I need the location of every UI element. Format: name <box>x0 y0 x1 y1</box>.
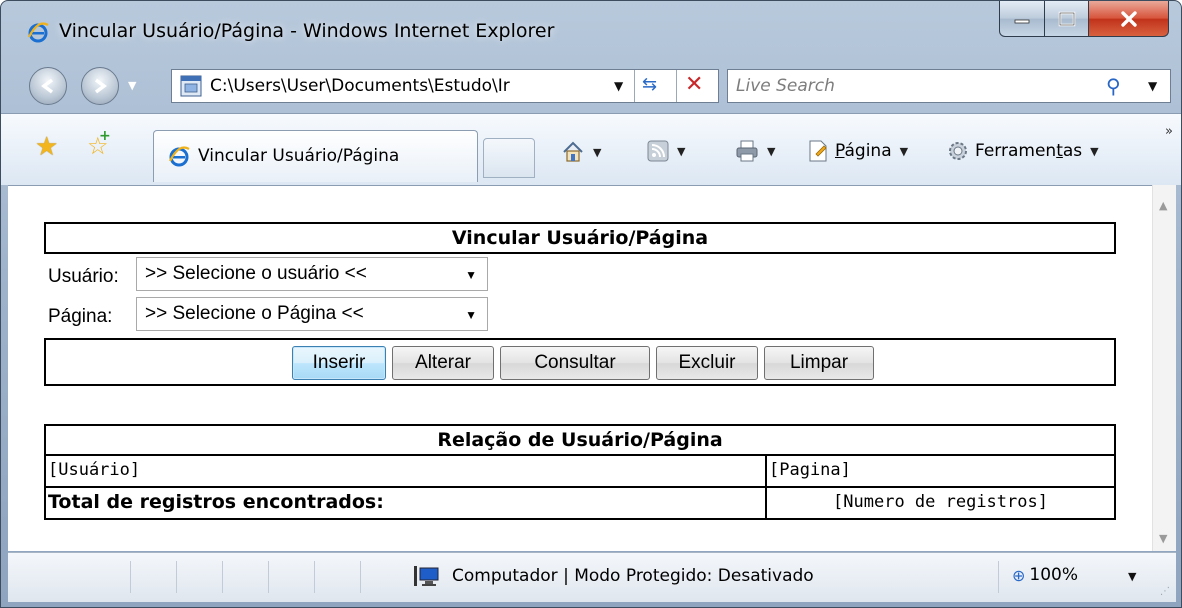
resize-grip-icon[interactable]: ⋰ <box>1160 586 1174 600</box>
tab-bar: ★ ☆ + Vincular Usuário/Página ▼ ▼ ▼ Pági… <box>1 113 1181 185</box>
printer-icon <box>736 140 758 162</box>
print-button[interactable]: ▼ <box>735 140 775 162</box>
browser-window: Vincular Usuário/Página - Windows Intern… <box>0 0 1182 608</box>
navigation-bar: ▼ C:\Users\User\Documents\Estudo\Ir ▼ ⇆ … <box>1 59 1181 113</box>
status-divider <box>998 561 999 593</box>
home-icon <box>563 141 583 162</box>
results-header-box: Relação de Usuário/Página <box>44 424 1116 456</box>
address-divider <box>634 70 635 102</box>
page-icon <box>180 75 202 97</box>
status-bar: Computador | Modo Protegido: Desativado … <box>8 552 1176 602</box>
page-menu-button[interactable]: Página ▼ <box>807 140 908 162</box>
zoom-level: 100% <box>1029 565 1079 585</box>
status-divider <box>130 561 131 593</box>
close-button[interactable] <box>1089 1 1169 37</box>
address-divider <box>676 70 677 102</box>
status-divider <box>176 561 177 593</box>
user-select-chevron-down-icon: ▼ <box>465 268 477 282</box>
maximize-button[interactable] <box>1045 1 1089 37</box>
gear-icon <box>949 142 967 160</box>
print-chevron-down-icon[interactable]: ▼ <box>767 145 775 158</box>
address-chevron-down-icon[interactable]: ▼ <box>614 79 623 93</box>
window-title: Vincular Usuário/Página - Windows Intern… <box>59 20 555 42</box>
actions-box: Inserir Alterar Consultar Excluir Limpar <box>44 338 1116 386</box>
page-select-value: >> Selecione o Página << <box>145 303 364 324</box>
clear-button[interactable]: Limpar <box>764 346 874 380</box>
zoom-chevron-down-icon[interactable]: ▼ <box>1128 570 1136 583</box>
favorites-star-icon[interactable]: ★ <box>35 132 58 162</box>
results-title: Relação de Usuário/Página <box>437 429 723 451</box>
table-header-page: [Pagina] <box>766 456 1116 488</box>
table-header-user: [Usuário] <box>44 456 766 488</box>
page-select[interactable]: >> Selecione o Página << ▼ <box>136 297 488 331</box>
delete-button[interactable]: Excluir <box>656 346 758 380</box>
vertical-scrollbar[interactable]: ▲ ▼ <box>1152 185 1176 551</box>
recent-pages-chevron-down-icon[interactable]: ▼ <box>128 79 136 92</box>
stop-icon[interactable]: ✕ <box>685 72 703 97</box>
feeds-button[interactable]: ▼ <box>647 140 685 162</box>
close-icon <box>1120 10 1137 27</box>
title-bar[interactable]: Vincular Usuário/Página - Windows Intern… <box>1 1 1181 57</box>
insert-button[interactable]: Inserir <box>292 346 386 380</box>
more-commands-chevron-icon[interactable]: » <box>1165 124 1173 139</box>
security-zone-text: Computador | Modo Protegido: Desativado <box>452 566 814 586</box>
tools-menu-button[interactable]: Ferramentas ▼ <box>947 140 1099 162</box>
ie-logo-icon <box>28 22 49 43</box>
tab-label: Vincular Usuário/Página <box>198 146 400 166</box>
status-divider <box>360 561 361 593</box>
rss-feed-icon <box>647 140 669 162</box>
page-content: Vincular Usuário/Página Usuário: >> Sele… <box>8 185 1152 551</box>
scroll-down-arrow-icon[interactable]: ▼ <box>1159 532 1167 545</box>
search-box: ⚲ ▼ <box>727 69 1171 103</box>
add-plus-icon: + <box>99 128 111 144</box>
update-button[interactable]: Alterar <box>392 346 494 380</box>
back-arrow-icon <box>41 78 54 94</box>
scroll-up-arrow-icon[interactable]: ▲ <box>1159 199 1167 212</box>
page-select-chevron-down-icon: ▼ <box>465 308 477 322</box>
form-title: Vincular Usuário/Página <box>451 227 709 249</box>
minimize-icon <box>1014 19 1030 23</box>
home-button[interactable]: ▼ <box>561 140 601 164</box>
user-select-value: >> Selecione o usuário << <box>145 263 367 284</box>
new-tab-button[interactable] <box>483 138 535 178</box>
total-value: [Numero de registros] <box>766 488 1116 520</box>
tools-chevron-down-icon[interactable]: ▼ <box>1090 145 1098 158</box>
minimize-button[interactable] <box>999 1 1045 37</box>
forward-arrow-icon <box>94 78 107 94</box>
tab-active[interactable]: Vincular Usuário/Página <box>153 130 478 182</box>
form-header-box: Vincular Usuário/Página <box>44 222 1116 254</box>
maximize-icon <box>1058 11 1075 26</box>
security-zone[interactable]: Computador | Modo Protegido: Desativado <box>414 565 814 587</box>
user-select[interactable]: >> Selecione o usuário << ▼ <box>136 257 488 291</box>
page-menu-label: Página <box>835 141 892 161</box>
back-button[interactable] <box>29 67 67 105</box>
user-label: Usuário: <box>48 266 119 287</box>
home-chevron-down-icon[interactable]: ▼ <box>593 146 601 159</box>
status-divider <box>268 561 269 593</box>
tools-menu-label: Ferramentas <box>975 141 1083 161</box>
refresh-icon[interactable]: ⇆ <box>642 74 657 95</box>
zoom-icon: ⊕ <box>1012 565 1026 585</box>
query-button[interactable]: Consultar <box>500 346 650 380</box>
status-divider <box>314 561 315 593</box>
address-bar[interactable]: C:\Users\User\Documents\Estudo\Ir ▼ ⇆ ✕ <box>171 69 719 103</box>
search-options-chevron-down-icon[interactable]: ▼ <box>1148 79 1157 93</box>
caption-buttons <box>999 1 1169 39</box>
forward-button[interactable] <box>81 67 119 105</box>
zoom-control[interactable]: ⊕ 100% <box>1012 565 1078 585</box>
search-icon[interactable]: ⚲ <box>1106 74 1121 98</box>
address-url[interactable]: C:\Users\User\Documents\Estudo\Ir <box>210 76 610 96</box>
computer-monitor-icon <box>414 566 439 586</box>
status-divider <box>222 561 223 593</box>
ie-logo-icon <box>169 146 190 167</box>
feeds-chevron-down-icon[interactable]: ▼ <box>677 145 685 158</box>
page-label: Página: <box>48 306 113 327</box>
page-menu-icon <box>809 140 827 162</box>
page-chevron-down-icon[interactable]: ▼ <box>900 145 908 158</box>
search-input[interactable] <box>736 75 1096 97</box>
total-label: Total de registros encontrados: <box>44 488 766 520</box>
